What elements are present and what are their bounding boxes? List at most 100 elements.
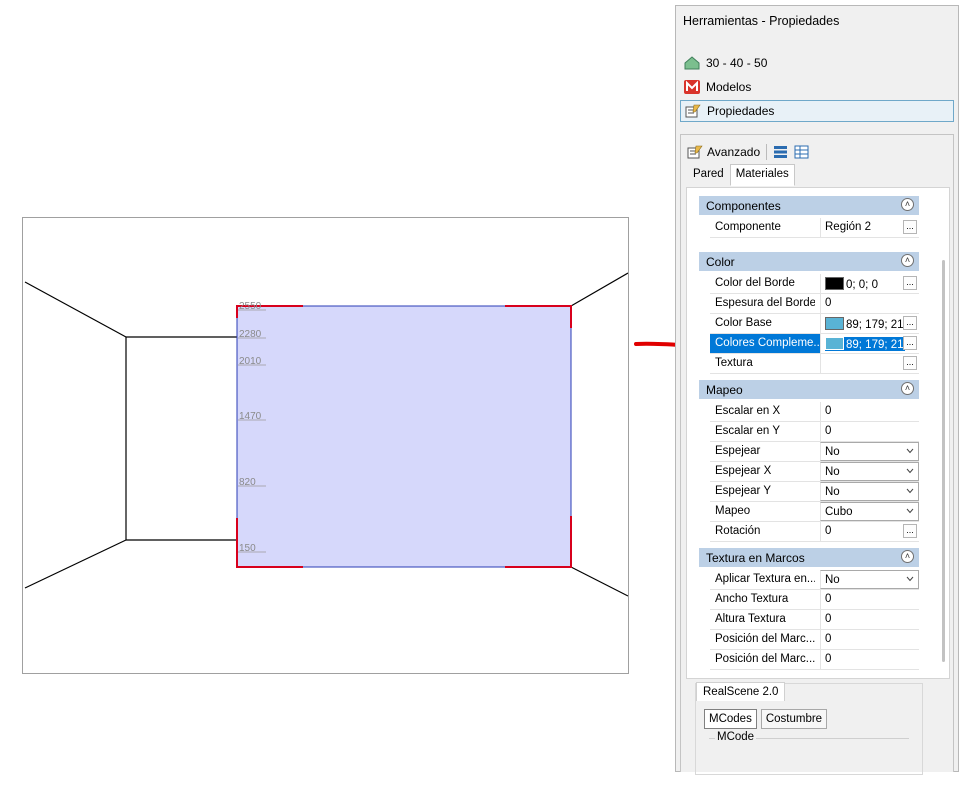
property-label: Color del Borde [715, 277, 795, 289]
property-label: Color Base [715, 317, 772, 329]
collapse-icon[interactable]: ˄ [901, 254, 914, 267]
property-row-color-borde[interactable]: Color del Borde 0; 0; 0 ... [710, 274, 919, 294]
panel-title: Herramientas - Propiedades [683, 14, 840, 28]
property-value[interactable]: 0; 0; 0 [846, 279, 878, 291]
category-textura-marcos[interactable]: Textura en Marcos ˄ [699, 548, 919, 567]
property-value[interactable]: 89; 179; 21 [846, 339, 904, 351]
3d-viewport[interactable]: 2550 2280 2010 1470 820 150 [22, 217, 629, 674]
property-value[interactable]: No [825, 446, 905, 458]
property-row-colores-complementarios[interactable]: Colores Compleme... 89; 179; 21 ... [710, 334, 919, 354]
ellipsis-button[interactable]: ... [903, 276, 917, 290]
ruler-tick: 1470 [239, 411, 262, 422]
category-componentes[interactable]: Componentes ˄ [699, 196, 919, 215]
properties-toolbar: Avanzado [687, 141, 809, 163]
property-row-escalar-y[interactable]: Escalar en Y 0 [710, 422, 919, 442]
property-row-color-base[interactable]: Color Base 89; 179; 21 ... [710, 314, 919, 334]
property-row-ancho-textura[interactable]: Ancho Textura 0 [710, 590, 919, 610]
toolbar-separator [766, 144, 768, 160]
advanced-button[interactable]: Avanzado [707, 145, 760, 159]
categorized-view-icon[interactable] [773, 145, 788, 159]
property-value[interactable]: 0 [825, 425, 905, 437]
chevron-down-icon[interactable] [906, 487, 914, 495]
ellipsis-button[interactable]: ... [903, 524, 917, 538]
property-row-mapeo[interactable]: Mapeo Cubo [710, 502, 919, 522]
property-row-espejear-y[interactable]: Espejear Y No [710, 482, 919, 502]
property-value[interactable]: 0 [825, 613, 905, 625]
property-value[interactable]: No [825, 486, 905, 498]
tab-pared[interactable]: Pared [687, 164, 730, 186]
property-row-escalar-x[interactable]: Escalar en X 0 [710, 402, 919, 422]
mcode-group: MCode [709, 731, 909, 773]
property-value[interactable]: 89; 179; 21 [846, 319, 904, 331]
category-color[interactable]: Color ˄ [699, 252, 919, 271]
chevron-down-icon[interactable] [906, 575, 914, 583]
property-label: Posición del Marc... [715, 653, 815, 665]
chevron-down-icon[interactable] [906, 447, 914, 455]
property-label: Espejear X [715, 465, 772, 477]
property-label: Colores Compleme... [710, 334, 820, 353]
nav-item-label: 30 - 40 - 50 [706, 56, 768, 70]
property-value[interactable]: Cubo [825, 506, 905, 518]
collapse-icon[interactable]: ˄ [901, 382, 914, 395]
room-wireframe: 2550 2280 2010 1470 820 150 [24, 272, 628, 597]
property-row-componente[interactable]: Componente Región 2 ... [710, 218, 919, 238]
ellipsis-button[interactable]: ... [903, 336, 917, 350]
property-value[interactable]: 0 [825, 297, 905, 309]
property-row-textura[interactable]: Textura ... [710, 354, 919, 374]
property-row-altura-textura[interactable]: Altura Textura 0 [710, 610, 919, 630]
property-label: Escalar en X [715, 405, 781, 417]
property-label: Espesura del Borde [715, 297, 815, 309]
collapse-icon[interactable]: ˄ [901, 550, 914, 563]
property-value[interactable]: 0 [825, 525, 905, 537]
property-label: Componente [715, 221, 781, 233]
property-value[interactable]: Región 2 [825, 221, 905, 233]
property-label: Textura [715, 357, 753, 369]
collapse-icon[interactable]: ˄ [901, 198, 914, 211]
house-icon [684, 56, 700, 70]
properties-edit-icon [687, 145, 703, 159]
category-label: Componentes [706, 198, 781, 213]
ruler-tick: 2010 [239, 356, 262, 367]
property-row-rotacion[interactable]: Rotación 0 ... [710, 522, 919, 542]
property-value[interactable]: 0 [825, 633, 905, 645]
property-row-espesura-borde[interactable]: Espesura del Borde 0 [710, 294, 919, 314]
mcode-group-label: MCode [715, 731, 757, 743]
color-swatch [825, 317, 844, 330]
chevron-down-icon[interactable] [906, 507, 914, 515]
property-row-espejear-x[interactable]: Espejear X No [710, 462, 919, 482]
property-row-posicion-marco-1[interactable]: Posición del Marc... 0 [710, 630, 919, 650]
property-row-posicion-marco-2[interactable]: Posición del Marc... 0 [710, 650, 919, 670]
tab-realscene[interactable]: RealScene 2.0 [696, 682, 786, 701]
property-value[interactable]: 0 [825, 405, 905, 417]
property-value[interactable]: 0 [825, 593, 905, 605]
table-view-icon[interactable] [794, 145, 809, 159]
ruler-tick: 820 [239, 477, 256, 488]
category-label: Color [706, 254, 735, 269]
tab-mcodes[interactable]: MCodes [704, 709, 757, 729]
ruler-tick: 2280 [239, 329, 262, 340]
mcodes-tabs: MCodes Costumbre [704, 709, 831, 729]
category-mapeo[interactable]: Mapeo ˄ [699, 380, 919, 399]
tab-materiales[interactable]: Materiales [729, 164, 795, 186]
nav-item-models[interactable]: Modelos [680, 76, 954, 98]
nav-item-properties[interactable]: Propiedades [680, 100, 954, 122]
chevron-down-icon[interactable] [906, 467, 914, 475]
ruler-tick: 2550 [239, 301, 262, 312]
tab-costumbre[interactable]: Costumbre [760, 709, 828, 729]
property-value[interactable]: No [825, 466, 905, 478]
vertical-scrollbar[interactable] [942, 260, 945, 662]
property-value[interactable]: No [825, 574, 905, 586]
ellipsis-button[interactable]: ... [903, 356, 917, 370]
nav-item-project[interactable]: 30 - 40 - 50 [680, 52, 954, 74]
property-row-espejear[interactable]: Espejear No [710, 442, 919, 462]
property-value[interactable]: 0 [825, 653, 905, 665]
tools-properties-panel: Herramientas - Propiedades 30 - 40 - 50 … [675, 5, 959, 775]
property-label: Mapeo [715, 505, 751, 517]
ellipsis-button[interactable]: ... [903, 316, 917, 330]
category-label: Mapeo [706, 382, 743, 397]
ellipsis-button[interactable]: ... [903, 220, 917, 234]
property-label: Altura Textura [715, 613, 786, 625]
category-label: Textura en Marcos [706, 550, 805, 565]
property-label: Posición del Marc... [715, 633, 815, 645]
property-row-aplicar-textura[interactable]: Aplicar Textura en... No [710, 570, 919, 590]
